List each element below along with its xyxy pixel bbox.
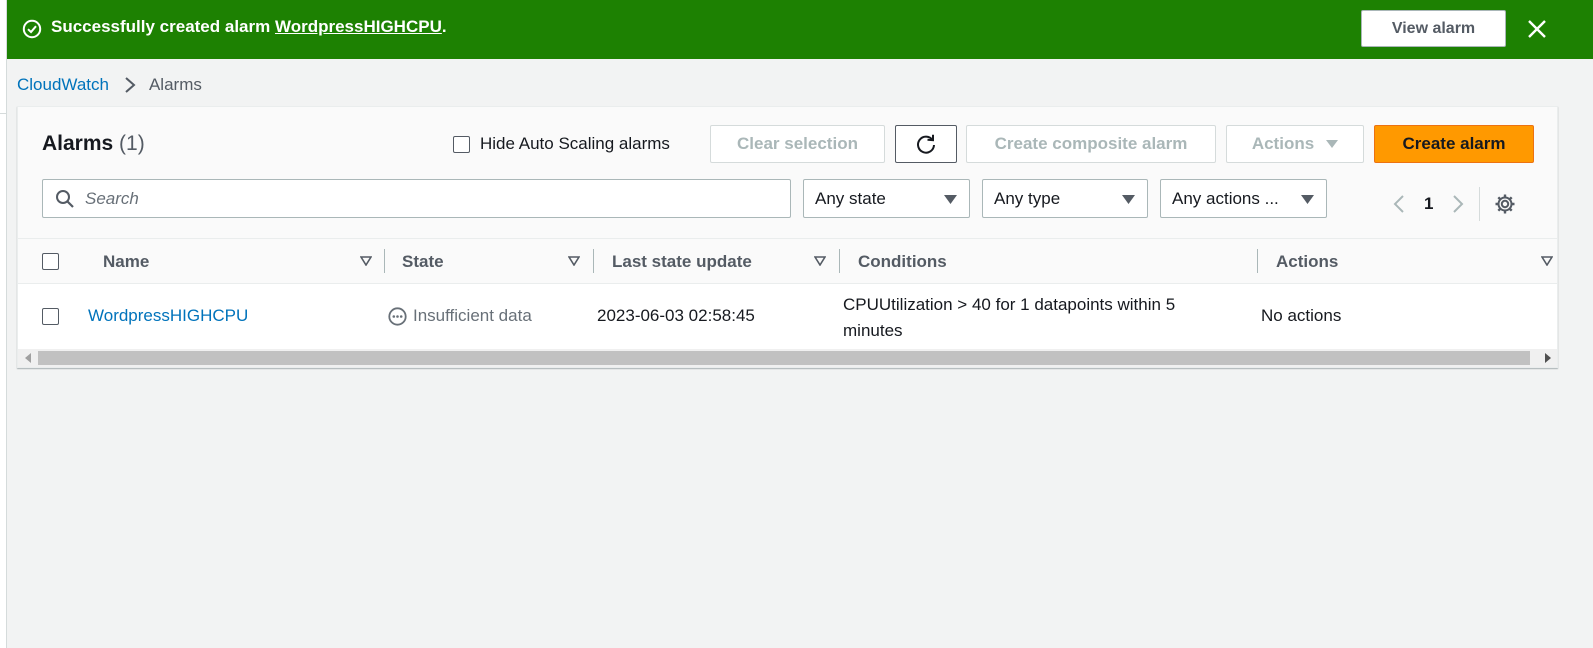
- column-header-conditions: Conditions: [858, 252, 947, 271]
- select-all-checkbox[interactable]: [42, 253, 59, 270]
- hide-autoscaling-label: Hide Auto Scaling alarms: [480, 134, 670, 153]
- actions-dropdown-button[interactable]: Actions: [1226, 125, 1364, 163]
- column-divider: [593, 249, 594, 273]
- conditions-line-1: CPUUtilization > 40 for 1 datapoints wit…: [843, 295, 1176, 314]
- flash-message: Successfully created alarm WordpressHIGH…: [51, 17, 447, 37]
- table-header: Name State Last state update Conditions …: [18, 238, 1557, 284]
- view-alarm-button[interactable]: View alarm: [1361, 10, 1506, 47]
- breadcrumb: CloudWatch Alarms: [17, 75, 202, 95]
- refresh-button[interactable]: [895, 125, 957, 163]
- column-header-state[interactable]: State: [402, 252, 444, 272]
- breadcrumb-alarms: Alarms: [148, 75, 202, 94]
- refresh-icon: [917, 134, 935, 154]
- search-box[interactable]: [42, 179, 791, 218]
- hide-autoscaling-checkbox[interactable]: [453, 135, 470, 153]
- clear-selection-button[interactable]: Clear selection: [710, 125, 885, 163]
- column-divider: [839, 249, 840, 273]
- left-edge: [0, 0, 7, 648]
- chevron-left-icon[interactable]: [1392, 194, 1406, 214]
- gear-icon[interactable]: [1494, 193, 1516, 215]
- page-title: Alarms (1): [42, 132, 145, 156]
- pagination: 1: [1392, 187, 1516, 221]
- type-filter-select[interactable]: Any type: [982, 179, 1148, 218]
- scrollbar-thumb[interactable]: [38, 351, 1530, 365]
- pager-divider: [1479, 187, 1481, 221]
- sort-icon[interactable]: [568, 256, 580, 266]
- success-check-icon: [22, 19, 42, 39]
- cell-last-state-update: 2023-06-03 02:58:45: [597, 306, 755, 325]
- caret-down-icon: [1301, 195, 1314, 204]
- flash-message-suffix: .: [441, 17, 447, 36]
- sort-icon[interactable]: [814, 256, 826, 266]
- scroll-right-icon[interactable]: [1544, 353, 1552, 363]
- chevron-right-icon[interactable]: [1451, 194, 1465, 214]
- horizontal-scrollbar[interactable]: [18, 349, 1557, 367]
- alarms-panel: Alarms (1) Hide Auto Scaling alarms Clea…: [17, 106, 1558, 368]
- caret-down-icon: [944, 195, 957, 204]
- alarm-name-link[interactable]: WordpressHIGHCPU: [88, 306, 248, 325]
- flash-alarm-link[interactable]: WordpressHIGHCPU: [275, 17, 442, 36]
- scroll-left-icon[interactable]: [24, 353, 32, 363]
- cell-actions: No actions: [1261, 306, 1342, 325]
- table-row: WordpressHIGHCPU Insufficient data 2023-…: [18, 284, 1557, 349]
- flash-message-prefix: Successfully created alarm: [51, 17, 275, 36]
- chevron-right-icon: [125, 77, 136, 93]
- caret-down-icon: [1326, 140, 1339, 148]
- create-composite-alarm-button[interactable]: Create composite alarm: [966, 125, 1216, 163]
- conditions-line-2: minutes: [843, 321, 903, 340]
- close-icon[interactable]: [1526, 18, 1548, 40]
- page-title-text: Alarms: [42, 132, 114, 155]
- cell-conditions: CPUUtilization > 40 for 1 datapoints wit…: [843, 292, 1175, 344]
- sort-icon[interactable]: [360, 256, 372, 266]
- hide-autoscaling-toggle[interactable]: Hide Auto Scaling alarms: [453, 134, 670, 154]
- column-header-last-state-update[interactable]: Last state update: [612, 252, 752, 272]
- type-filter-value: Any type: [994, 188, 1061, 208]
- state-filter-value: Any state: [815, 188, 886, 208]
- page-number[interactable]: 1: [1424, 194, 1433, 214]
- column-header-name[interactable]: Name: [103, 252, 149, 272]
- caret-down-icon: [1122, 195, 1135, 204]
- create-alarm-button[interactable]: Create alarm: [1374, 125, 1534, 163]
- state-filter-select[interactable]: Any state: [803, 179, 970, 218]
- column-divider: [384, 249, 385, 273]
- column-divider: [1257, 249, 1258, 273]
- search-input[interactable]: [85, 188, 765, 209]
- alarm-count: (1): [119, 132, 145, 155]
- pending-icon: [388, 306, 407, 326]
- column-header-actions[interactable]: Actions: [1276, 252, 1338, 272]
- cell-state: Insufficient data: [388, 306, 532, 326]
- cell-name: WordpressHIGHCPU: [88, 306, 248, 326]
- search-icon: [56, 189, 74, 208]
- row-checkbox[interactable]: [42, 308, 59, 325]
- state-label: Insufficient data: [413, 306, 532, 325]
- actions-filter-select[interactable]: Any actions ...: [1160, 179, 1327, 218]
- actions-dropdown-label: Actions: [1251, 134, 1315, 153]
- breadcrumb-cloudwatch[interactable]: CloudWatch: [17, 75, 109, 95]
- sort-icon[interactable]: [1541, 256, 1553, 266]
- success-flash-bar: Successfully created alarm WordpressHIGH…: [7, 0, 1593, 59]
- actions-filter-value: Any actions ...: [1172, 188, 1279, 208]
